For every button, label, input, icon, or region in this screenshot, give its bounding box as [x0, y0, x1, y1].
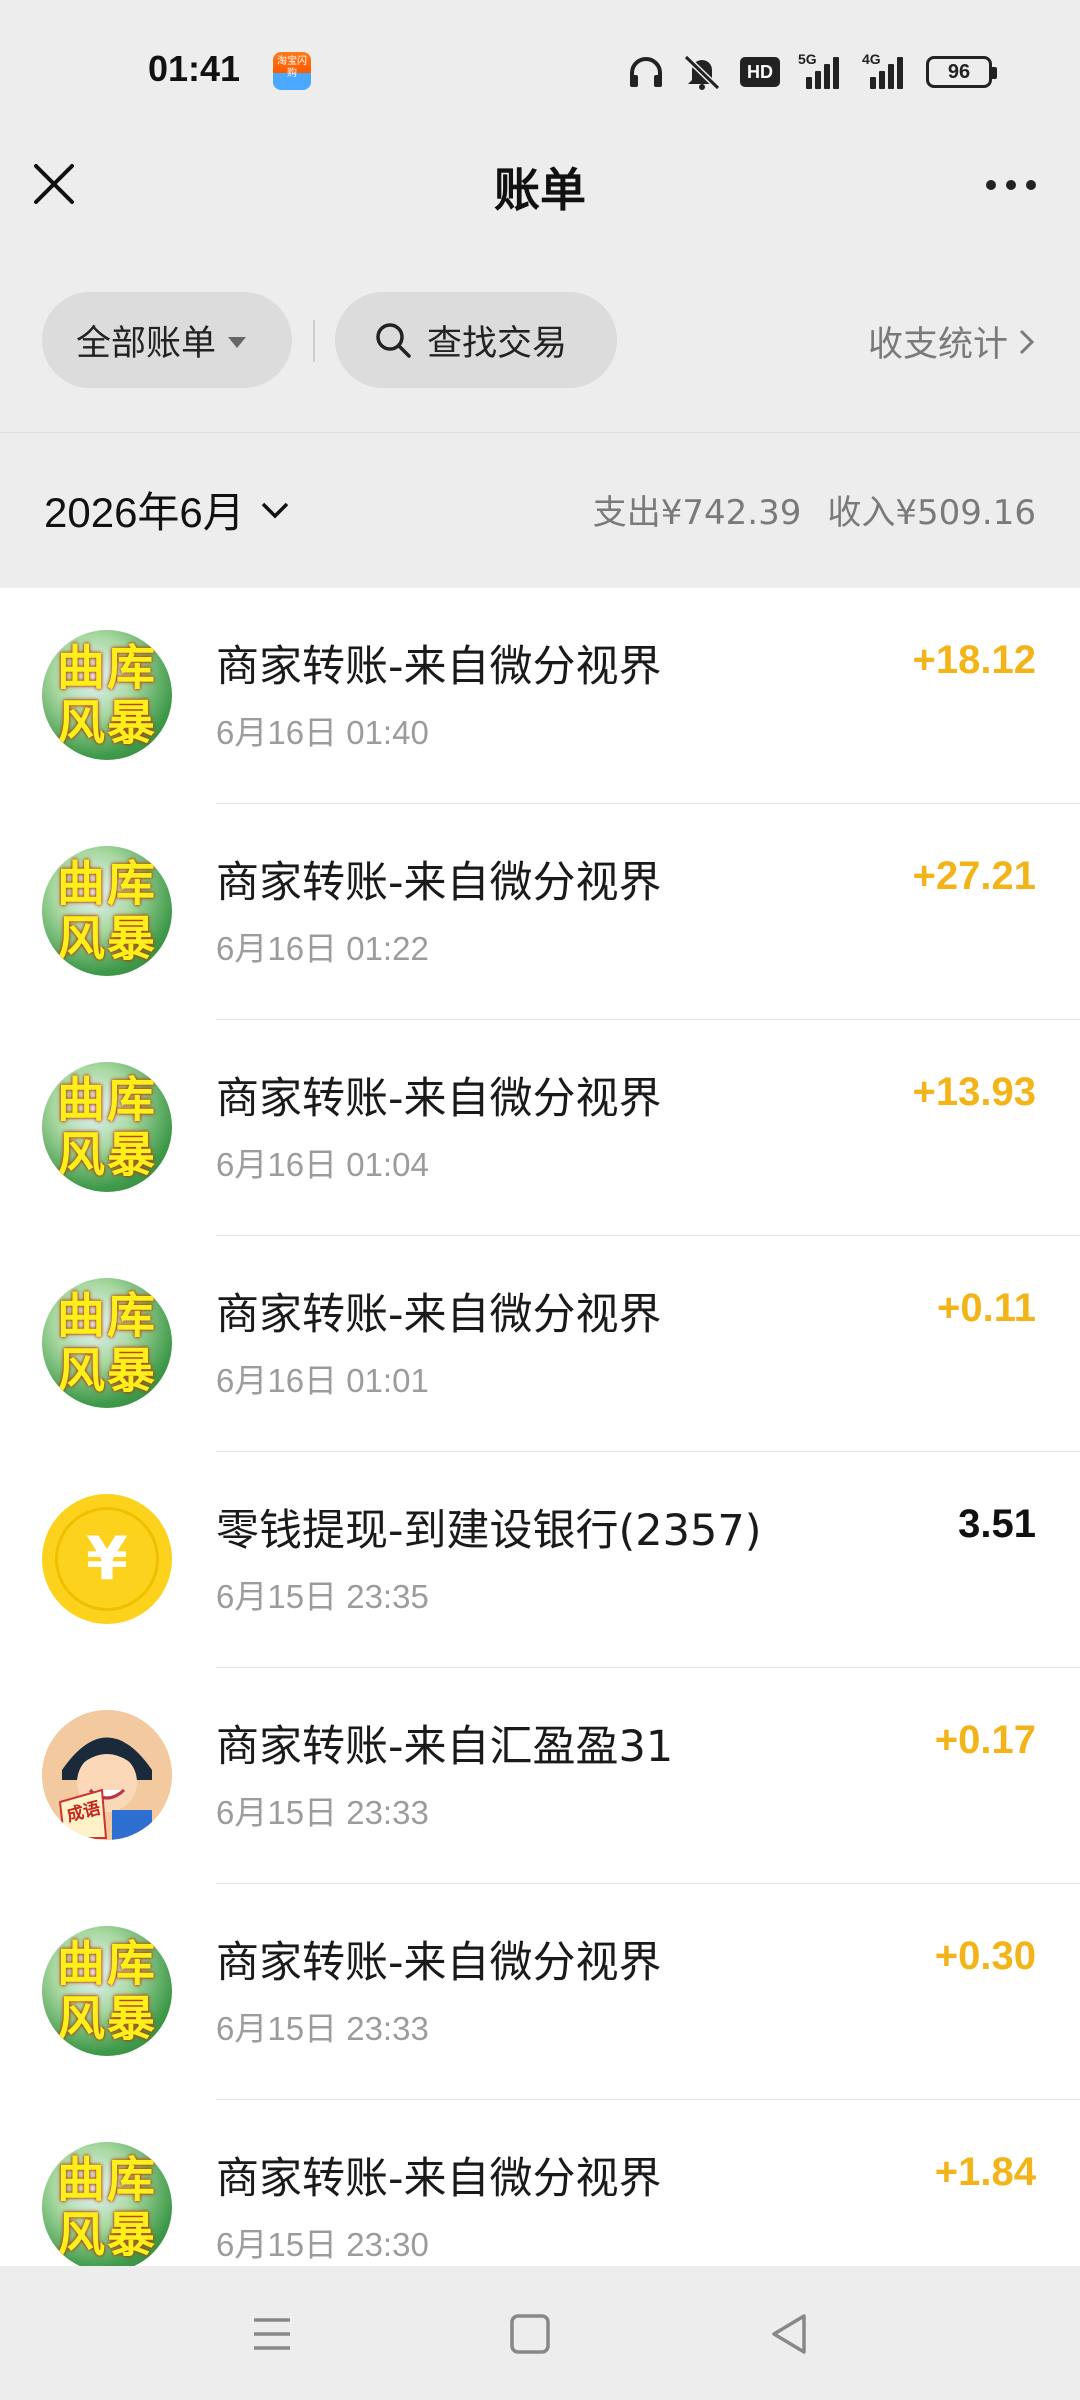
- transaction-title: 商家转账-来自微分视界: [216, 1074, 662, 1124]
- cartoon-boy-icon: 成语: [42, 1710, 172, 1840]
- yuan-symbol: ¥: [55, 1507, 159, 1611]
- transaction-date: 6月15日 23:33: [216, 1794, 429, 1831]
- avatar-text-line2: 风暴: [56, 1342, 157, 1399]
- transaction-amount: +0.17: [934, 1718, 1036, 1762]
- avatar-text-line1: 曲库: [56, 2151, 157, 2208]
- transaction-row[interactable]: 成语 商家转账-来自汇盈盈31 6月15日 23:33 +0.17: [0, 1668, 1080, 1884]
- merchant-avatar-quku-fengbao: 曲库 风暴: [42, 846, 172, 976]
- home-square-icon: [510, 2314, 550, 2354]
- transaction-list: 曲库 风暴 商家转账-来自微分视界 6月16日 01:40 +18.12 曲库 风暴 商家转账…: [0, 588, 1080, 2266]
- chevron-down-icon: [261, 502, 289, 518]
- all-bills-label: 全部账单: [76, 323, 217, 364]
- yuan-coin-icon: ¥: [42, 1494, 172, 1624]
- caret-down-icon: [228, 336, 247, 348]
- chevron-right-icon: [1019, 329, 1035, 354]
- signal-4g-icon: 4G: [862, 51, 908, 89]
- home-nav-button[interactable]: [502, 2306, 558, 2362]
- avatar-text-line2: 风暴: [56, 694, 157, 751]
- merchant-avatar-idiom: 成语: [42, 1710, 172, 1840]
- nav-header: 账单: [0, 140, 1080, 270]
- avatar-text-line2: 风暴: [56, 1126, 157, 1183]
- transaction-row[interactable]: 曲库 风暴 商家转账-来自微分视界 6月16日 01:01 +0.11: [0, 1236, 1080, 1452]
- transaction-title: 商家转账-来自微分视界: [216, 642, 662, 692]
- transaction-amount: +18.12: [912, 638, 1036, 682]
- avatar-text-line2: 风暴: [56, 1990, 157, 2047]
- transaction-row[interactable]: 曲库 风暴 商家转账-来自微分视界 6月15日 23:30 +1.84: [0, 2100, 1080, 2266]
- transaction-title: 零钱提现-到建设银行(2357): [216, 1506, 762, 1556]
- transaction-amount: +13.93: [912, 1070, 1036, 1114]
- transaction-amount: +0.11: [936, 1286, 1036, 1330]
- month-income: 收入¥509.16: [827, 493, 1036, 533]
- avatar-text-line2: 风暴: [56, 2206, 157, 2263]
- avatar-text-line1: 曲库: [56, 1287, 157, 1344]
- transaction-title: 商家转账-来自汇盈盈31: [216, 1722, 674, 1772]
- transaction-date: 6月15日 23:30: [216, 2226, 429, 2263]
- muted-bell-icon: [682, 54, 722, 90]
- transaction-amount: +27.21: [912, 854, 1036, 898]
- avatar-text-line1: 曲库: [56, 1935, 157, 1992]
- transaction-title: 商家转账-来自微分视界: [216, 1290, 662, 1340]
- status-icons: HD 5G 4G 96: [628, 51, 997, 92]
- merchant-avatar-quku-fengbao: 曲库 风暴: [42, 630, 172, 760]
- search-transactions-button[interactable]: 查找交易: [335, 292, 617, 388]
- status-time: 01:41: [148, 48, 241, 89]
- more-dots-icon: [986, 180, 996, 190]
- month-selector[interactable]: 2026年6月: [44, 479, 291, 540]
- system-nav-bar: [0, 2266, 1080, 2400]
- taobao-app-icon: 淘宝闪购: [273, 52, 311, 90]
- page-title: 账单: [494, 163, 586, 217]
- transaction-row[interactable]: ¥ 零钱提现-到建设银行(2357) 6月15日 23:35 3.51: [0, 1452, 1080, 1668]
- merchant-avatar-quku-fengbao: 曲库 风暴: [42, 1926, 172, 2056]
- merchant-avatar-quku-fengbao: 曲库 风暴: [42, 2142, 172, 2266]
- transaction-date: 6月15日 23:33: [216, 2010, 429, 2047]
- search-label: 查找交易: [427, 323, 568, 364]
- transaction-title: 商家转账-来自微分视界: [216, 1938, 662, 1988]
- transaction-row[interactable]: 曲库 风暴 商家转账-来自微分视界 6月16日 01:04 +13.93: [0, 1020, 1080, 1236]
- month-expense: 支出¥742.39: [592, 493, 802, 533]
- transaction-row[interactable]: 曲库 风暴 商家转账-来自微分视界 6月16日 01:22 +27.21: [0, 804, 1080, 1020]
- transaction-date: 6月15日 23:35: [216, 1578, 429, 1615]
- transaction-amount: +1.84: [934, 2150, 1036, 2194]
- transaction-date: 6月16日 01:01: [216, 1362, 429, 1399]
- filter-row: 全部账单 查找交易 收支统计: [0, 270, 1080, 430]
- transaction-date: 6月16日 01:22: [216, 930, 429, 967]
- month-summary-bar: 2026年6月 支出¥742.39 收入¥509.16: [0, 432, 1080, 588]
- battery-icon: 96: [926, 56, 997, 88]
- transaction-date: 6月16日 01:04: [216, 1146, 429, 1183]
- transaction-amount: +0.30: [934, 1934, 1036, 1978]
- back-triangle-icon: [772, 2314, 806, 2354]
- filter-divider: [313, 320, 315, 362]
- menu-nav-button[interactable]: [244, 2306, 300, 2362]
- avatar-text-line1: 曲库: [56, 1071, 157, 1128]
- signal-5g-icon: 5G: [798, 51, 844, 89]
- transaction-row[interactable]: 曲库 风暴 商家转账-来自微分视界 6月15日 23:33 +0.30: [0, 1884, 1080, 2100]
- transaction-title: 商家转账-来自微分视界: [216, 858, 662, 908]
- stats-label: 收支统计: [867, 325, 1008, 365]
- avatar-text-line2: 风暴: [56, 910, 157, 967]
- month-totals: 支出¥742.39 收入¥509.16: [593, 485, 1036, 534]
- headphones-icon: [628, 55, 664, 89]
- transaction-row[interactable]: 曲库 风暴 商家转账-来自微分视界 6月16日 01:40 +18.12: [0, 588, 1080, 804]
- battery-level: 96: [947, 60, 971, 83]
- search-icon: [376, 323, 411, 358]
- merchant-avatar-quku-fengbao: 曲库 风暴: [42, 1278, 172, 1408]
- merchant-avatar-quku-fengbao: 曲库 风暴: [42, 1062, 172, 1192]
- more-options-button[interactable]: [986, 170, 1044, 200]
- transaction-amount: 3.51: [958, 1502, 1036, 1546]
- menu-icon: [254, 2318, 290, 2350]
- transaction-title: 商家转账-来自微分视界: [216, 2154, 662, 2204]
- avatar-text-line1: 曲库: [56, 639, 157, 696]
- hd-icon: HD: [740, 57, 780, 87]
- transaction-date: 6月16日 01:40: [216, 714, 429, 751]
- month-label: 2026年6月: [44, 489, 245, 536]
- back-nav-button[interactable]: [762, 2306, 818, 2362]
- status-bar: 01:41 淘宝闪购 HD 5G 4G 96: [0, 0, 1080, 140]
- all-bills-dropdown[interactable]: 全部账单: [42, 292, 292, 388]
- avatar-text-line1: 曲库: [56, 855, 157, 912]
- income-expense-stats-link[interactable]: 收支统计: [868, 316, 1036, 367]
